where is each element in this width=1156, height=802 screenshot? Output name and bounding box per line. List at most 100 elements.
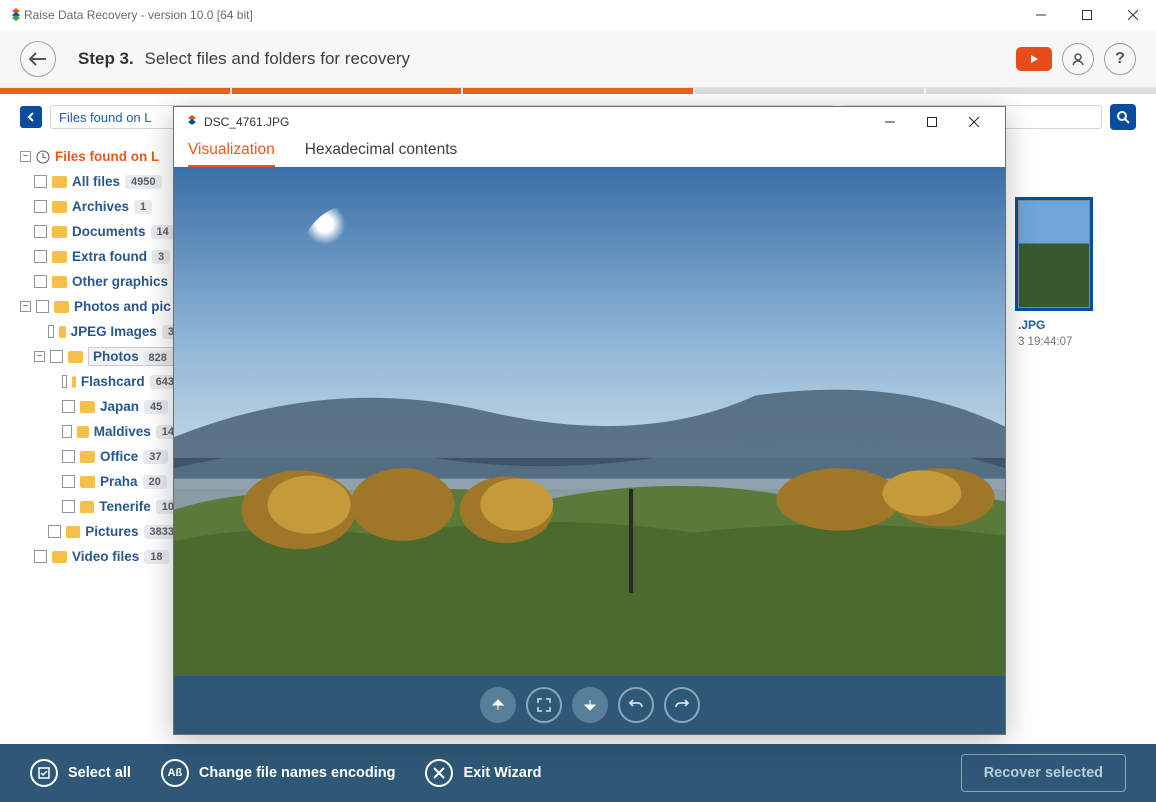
file-thumbnail[interactable]: .JPG 3 19:44:07 [1018,200,1090,348]
tree-item[interactable]: Archives1 [20,194,180,219]
tree-item[interactable]: Flashcard643 [20,369,180,394]
preview-maximize-button[interactable] [911,108,953,136]
tree-item[interactable]: Maldives14 [20,419,180,444]
tree-item[interactable]: Pictures3833 [20,519,180,544]
preview-title: DSC_4761.JPG [204,115,289,129]
checkbox-icon[interactable] [50,350,63,363]
folder-icon [52,551,67,563]
encoding-label: Change file names encoding [199,765,396,781]
wizard-header: Step 3. Select files and folders for rec… [0,30,1156,88]
window-minimize-button[interactable] [1018,0,1064,30]
tree-item-photos[interactable]: −Photos 828 [20,344,180,369]
recover-label: Recover selected [984,765,1103,781]
window-close-button[interactable] [1110,0,1156,30]
breadcrumb-back-button[interactable] [20,106,42,128]
folder-icon [52,176,67,188]
checkbox-icon[interactable] [34,175,47,188]
checkbox-icon[interactable] [62,425,72,438]
footer-toolbar: Select all AßChange file names encoding … [0,744,1156,802]
search-button[interactable] [1110,104,1136,130]
tree-root[interactable]: − Files found on L [20,144,180,169]
help-button[interactable]: ? [1104,43,1136,75]
folder-icon [77,426,88,438]
tree-item[interactable]: Other graphics [20,269,180,294]
checkbox-icon[interactable] [48,525,61,538]
tab-hexadecimal[interactable]: Hexadecimal contents [305,141,458,167]
tree-item[interactable]: Japan45 [20,394,180,419]
checkbox-icon[interactable] [34,550,47,563]
tree-item[interactable]: All files4950 [20,169,180,194]
tree-root-label: Files found on L [55,149,159,164]
step-title: Step 3. Select files and folders for rec… [78,49,410,69]
folder-icon [52,251,67,263]
preview-undo-button[interactable] [618,687,654,723]
folder-icon [59,326,65,338]
checkbox-icon[interactable] [34,225,47,238]
close-icon [425,759,453,787]
back-button[interactable] [20,41,56,77]
tree-item[interactable]: Office37 [20,444,180,469]
folder-icon [80,451,95,463]
tree-item[interactable]: Praha20 [20,469,180,494]
thumbnail-image [1018,200,1090,308]
folder-icon [80,476,95,488]
tree-item[interactable]: Extra found3 [20,244,180,269]
folder-tree: − Files found on L All files4950 Archives… [0,140,180,744]
user-button[interactable] [1062,43,1094,75]
checkbox-icon[interactable] [62,450,75,463]
preview-window: DSC_4761.JPG Visualization Hexadecimal c… [173,106,1006,735]
checkbox-icon[interactable] [34,200,47,213]
tree-item[interactable]: JPEG Images3 [20,319,180,344]
window-maximize-button[interactable] [1064,0,1110,30]
clock-icon [36,150,50,164]
folder-icon [52,201,67,213]
collapse-icon[interactable]: − [20,151,31,162]
folder-icon [80,401,95,413]
collapse-icon[interactable]: − [20,301,31,312]
folder-icon [72,376,76,388]
tree-item[interactable]: Documents14 [20,219,180,244]
recover-button[interactable]: Recover selected [961,754,1126,792]
youtube-button[interactable] [1016,47,1052,71]
preview-close-button[interactable] [953,108,995,136]
encoding-button[interactable]: Aß Change file names encoding [161,759,396,787]
checkbox-icon[interactable] [36,300,49,313]
step-subtitle: Select files and folders for recovery [144,49,410,68]
select-all-icon [30,759,58,787]
exit-wizard-button[interactable]: Exit Wizard [425,759,541,787]
file-name: .JPG [1018,318,1090,332]
app-icon [184,114,200,130]
tree-item[interactable]: Tenerife10 [20,494,180,519]
step-number: Step 3. [78,49,134,68]
preview-up-button[interactable] [480,687,516,723]
tree-item[interactable]: −Photos and pic [20,294,180,319]
checkbox-icon[interactable] [62,375,67,388]
wizard-progress [0,88,1156,94]
collapse-icon[interactable]: − [34,351,45,362]
select-all-button[interactable]: Select all [30,759,131,787]
preview-fullscreen-button[interactable] [526,687,562,723]
checkbox-icon[interactable] [34,250,47,263]
preview-titlebar: DSC_4761.JPG [174,107,1005,137]
folder-icon [80,501,95,513]
preview-down-button[interactable] [572,687,608,723]
checkbox-icon[interactable] [34,275,47,288]
exit-label: Exit Wizard [463,765,541,781]
tab-visualization[interactable]: Visualization [188,141,275,167]
checkbox-icon[interactable] [62,475,75,488]
encoding-icon: Aß [161,759,189,787]
checkbox-icon[interactable] [62,400,75,413]
select-all-label: Select all [68,765,131,781]
preview-minimize-button[interactable] [869,108,911,136]
checkbox-icon[interactable] [48,325,54,338]
folder-icon [66,526,81,538]
preview-redo-button[interactable] [664,687,700,723]
folder-icon [54,301,69,313]
folder-icon [52,276,67,288]
file-timestamp: 3 19:44:07 [1018,336,1090,348]
window-titlebar: Raise Data Recovery - version 10.0 [64 b… [0,0,1156,30]
tree-item[interactable]: Video files18 [20,544,180,569]
preview-toolbar [174,676,1005,734]
preview-image [174,167,1005,676]
checkbox-icon[interactable] [62,500,75,513]
